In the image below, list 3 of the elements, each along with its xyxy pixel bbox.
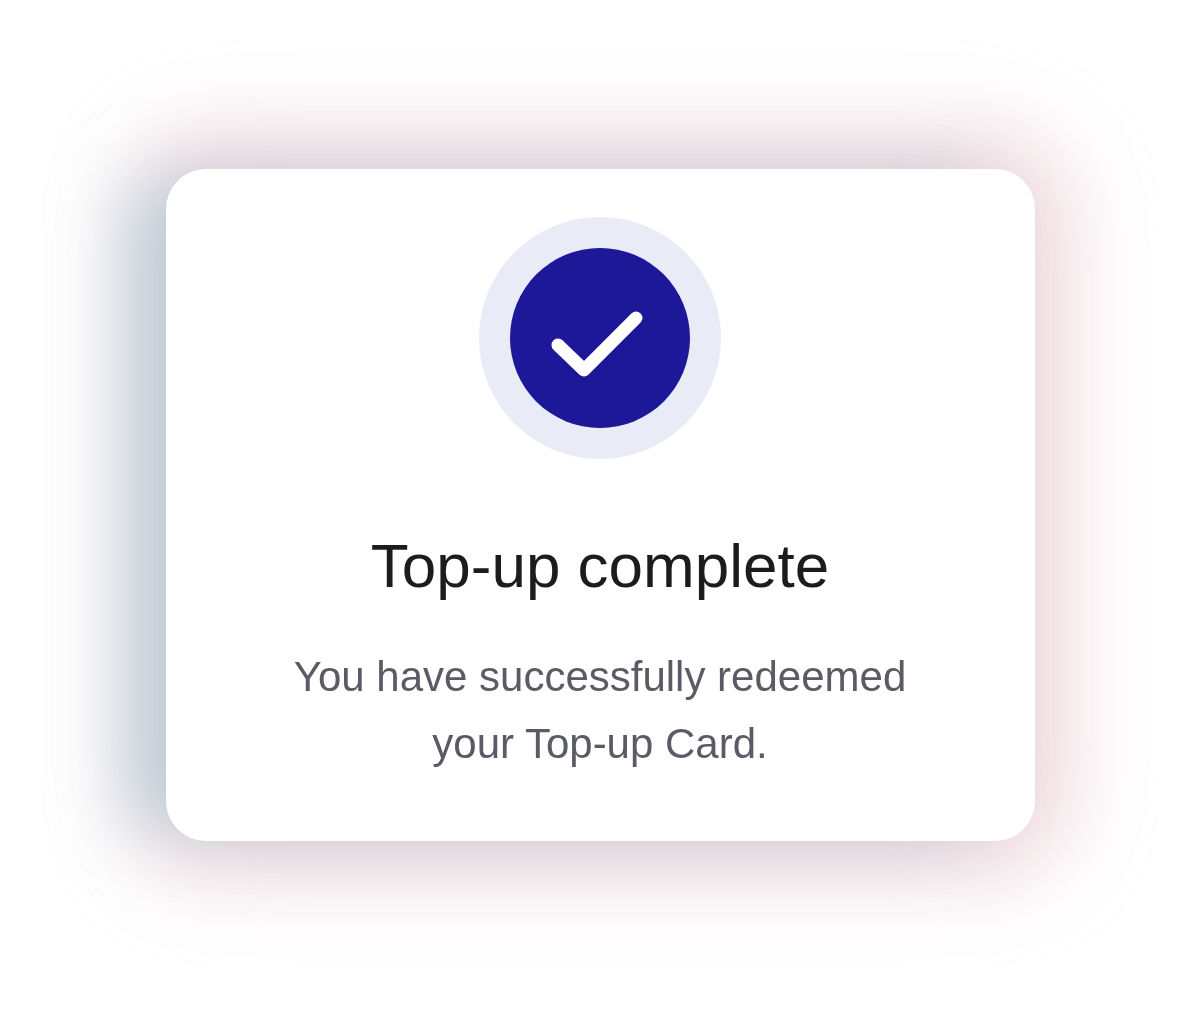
success-check-icon	[479, 217, 721, 459]
dialog-message: You have successfully redeemed your Top-up Card.	[292, 652, 908, 769]
dialog-title: Top-up complete	[370, 530, 830, 602]
